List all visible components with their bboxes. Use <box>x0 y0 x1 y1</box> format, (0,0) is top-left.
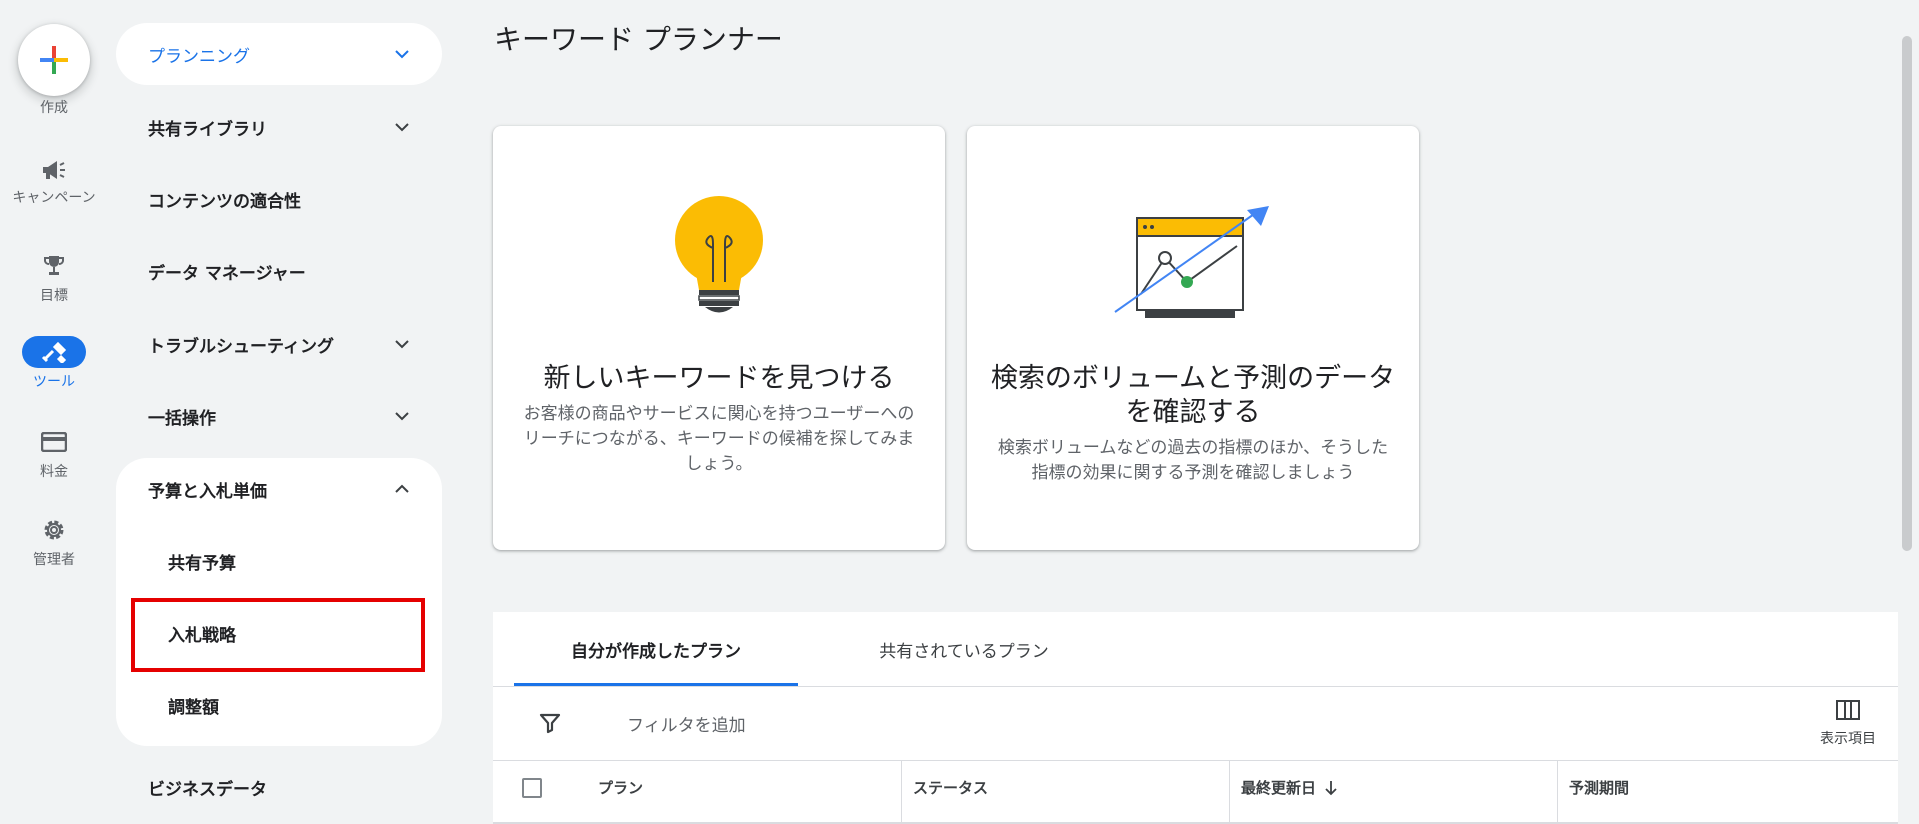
header-last-modified[interactable]: 最終更新日 <box>1231 760 1556 815</box>
card-discover-keywords[interactable]: 新しいキーワードを見つける お客様の商品やサービスに関心を持つユーザーへのリーチ… <box>493 126 945 550</box>
tools-nav-panel: プランニング 共有ライブラリ コンテンツの適合性 データ マネージャー トラブル… <box>116 0 442 824</box>
nav-item-shared-library[interactable]: 共有ライブラリ <box>116 96 442 158</box>
select-all-checkbox[interactable] <box>522 778 542 798</box>
tab-shared-plans[interactable]: 共有されているプラン <box>809 612 1119 686</box>
trophy-icon <box>38 250 70 282</box>
nav-item-shared-budgets[interactable]: 共有予算 <box>116 530 442 592</box>
nav-item-data-manager[interactable]: データ マネージャー <box>116 240 442 302</box>
nav-item-planning[interactable]: プランニング <box>116 23 442 85</box>
card-title-forecast: 検索のボリュームと予測のデータを確認する <box>990 363 1396 428</box>
lightbulb-icon <box>675 196 763 313</box>
chevron-down-icon <box>395 123 409 132</box>
add-filter-button[interactable]: フィルタを追加 <box>627 711 746 736</box>
header-forecast-period[interactable]: 予測期間 <box>1559 760 1889 815</box>
nav-label-bulk-actions: 一括操作 <box>148 408 216 429</box>
header-last-modified-label: 最終更新日 <box>1241 779 1317 797</box>
header-status[interactable]: ステータス <box>903 760 1228 815</box>
rail-label-admin: 管理者 <box>33 552 75 568</box>
nav-item-business-data[interactable]: ビジネスデータ <box>116 756 442 818</box>
filter-icon[interactable] <box>539 712 561 734</box>
rail-label-campaigns: キャンペーン <box>12 190 96 206</box>
nav-item-budgets-bidding[interactable]: 予算と入札単価 <box>116 458 442 520</box>
chevron-down-icon <box>395 412 409 421</box>
chevron-up-icon <box>395 484 409 493</box>
tools-icon <box>22 336 86 368</box>
vertical-scrollbar[interactable] <box>1902 36 1912 551</box>
plus-icon <box>40 46 68 74</box>
rail-label-tools: ツール <box>33 374 75 390</box>
gear-icon <box>38 514 70 546</box>
nav-label-budgets-bidding: 予算と入札単価 <box>148 481 267 502</box>
page-title: キーワード プランナー <box>494 23 783 56</box>
rail-label-goals: 目標 <box>40 288 68 304</box>
highlight-annotation-box <box>131 598 425 672</box>
card-title-discover: 新しいキーワードを見つける <box>543 363 895 394</box>
rail-label-billing: 料金 <box>40 464 68 480</box>
rail-item-admin[interactable]: 管理者 <box>0 514 108 570</box>
credit-card-icon <box>38 426 70 458</box>
nav-label-shared-budgets: 共有予算 <box>168 553 236 574</box>
left-rail: 作成 キャンペーン 目標 ツール 料金 管理者 <box>0 0 108 824</box>
nav-label-shared-library: 共有ライブラリ <box>148 119 267 140</box>
create-label: 作成 <box>40 100 68 116</box>
tabs-divider <box>493 686 1898 687</box>
chevron-down-icon <box>395 340 409 349</box>
nav-label-planning: プランニング <box>148 46 250 67</box>
rail-item-goals[interactable]: 目標 <box>0 250 108 306</box>
header-plan[interactable]: プラン <box>588 760 898 815</box>
plans-panel: 自分が作成したプラン 共有されているプラン フィルタを追加 表示項目 プラン ス… <box>493 612 1898 824</box>
nav-label-business-data: ビジネスデータ <box>148 779 267 800</box>
columns-button[interactable]: 表示項目 <box>1803 700 1893 756</box>
columns-label: 表示項目 <box>1820 731 1876 747</box>
rail-item-tools[interactable]: ツール <box>0 336 108 396</box>
columns-icon <box>1836 700 1860 720</box>
chevron-down-icon <box>395 50 409 59</box>
column-separator <box>901 760 902 824</box>
column-separator <box>1229 760 1230 824</box>
nav-item-bulk-actions[interactable]: 一括操作 <box>116 385 442 447</box>
card-search-volume-forecast[interactable]: 検索のボリュームと予測のデータを確認する 検索ボリュームなどの過去の指標のほか、… <box>967 126 1419 550</box>
nav-label-content-suitability: コンテンツの適合性 <box>148 191 301 212</box>
card-desc-discover: お客様の商品やサービスに関心を持つユーザーへのリーチにつながる、キーワードの候補… <box>523 404 915 474</box>
tab-my-plans[interactable]: 自分が作成したプラン <box>514 612 798 686</box>
column-separator <box>1557 760 1558 824</box>
nav-label-adjustments: 調整額 <box>168 697 219 718</box>
nav-item-adjustments[interactable]: 調整額 <box>116 674 442 736</box>
rail-item-billing[interactable]: 料金 <box>0 426 108 482</box>
trend-chart-icon <box>1114 206 1269 318</box>
nav-item-troubleshooting[interactable]: トラブルシューティング <box>116 313 442 375</box>
arrow-down-icon <box>1325 780 1337 795</box>
create-button[interactable] <box>18 24 90 96</box>
rail-item-campaigns[interactable]: キャンペーン <box>0 152 108 228</box>
nav-label-troubleshooting: トラブルシューティング <box>148 336 334 357</box>
nav-item-content-suitability[interactable]: コンテンツの適合性 <box>116 168 442 230</box>
card-desc-forecast: 検索ボリュームなどの過去の指標のほか、そうした指標の効果に関する予測を確認しまし… <box>997 438 1389 483</box>
nav-label-data-manager: データ マネージャー <box>148 263 306 284</box>
megaphone-icon <box>38 154 70 186</box>
